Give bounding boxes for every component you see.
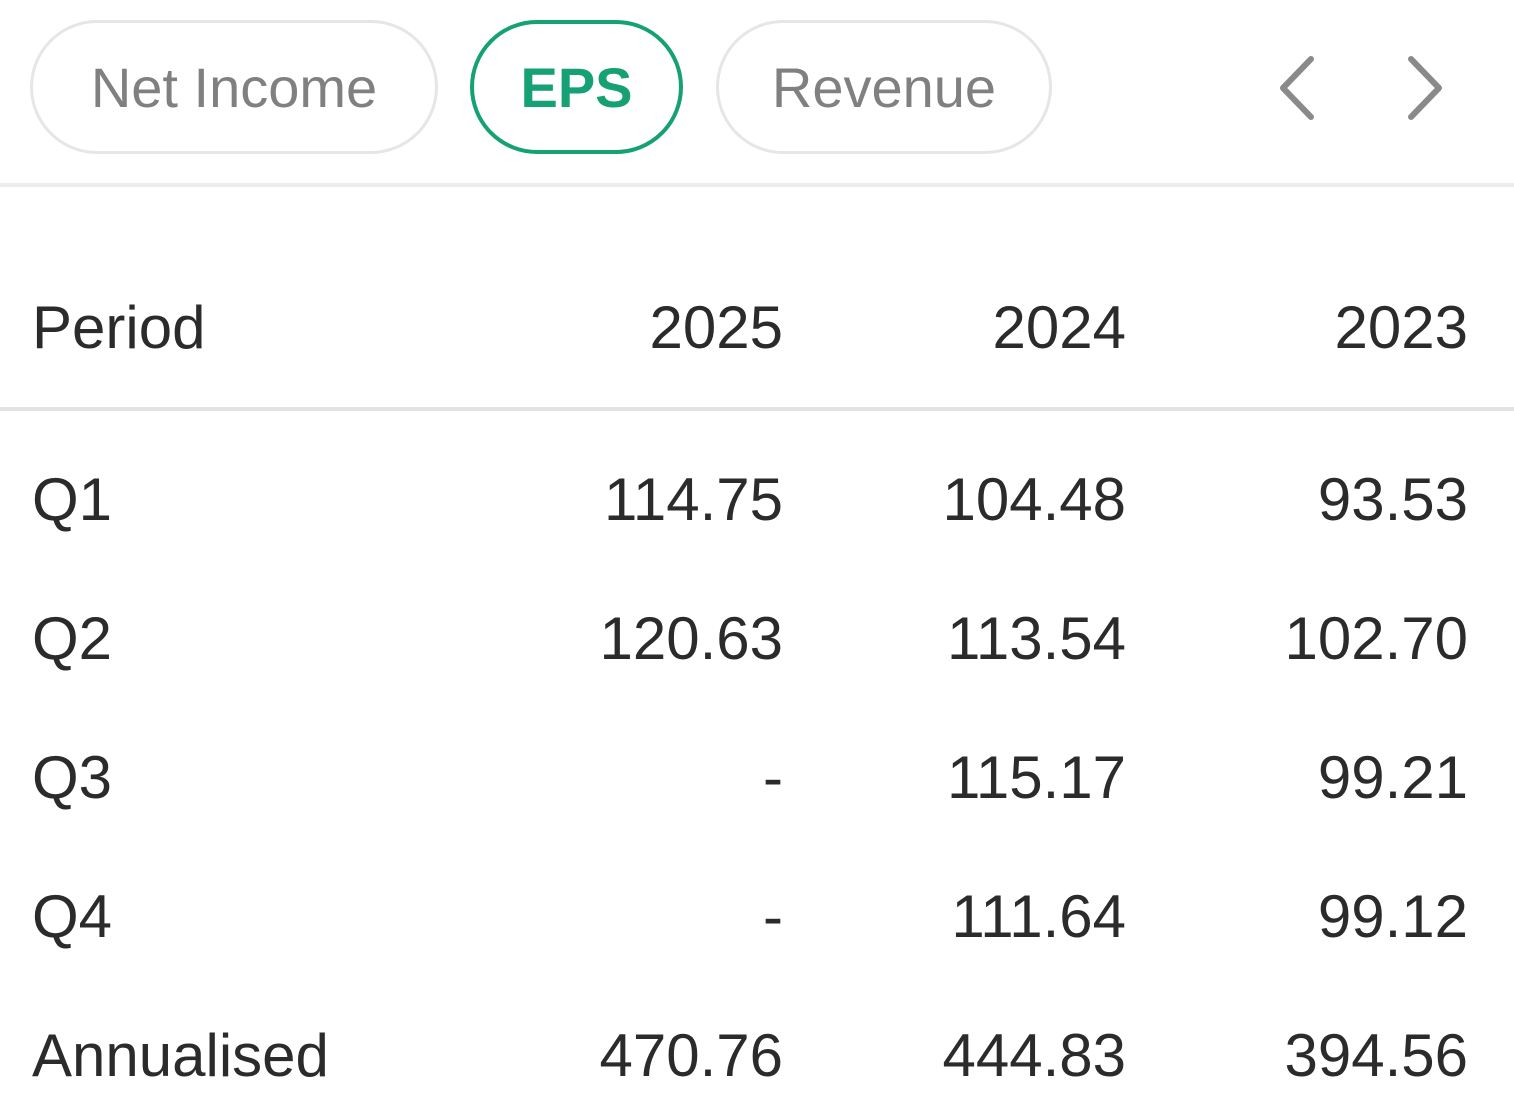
table-cell: 102.70 xyxy=(1284,605,1468,672)
metric-tabs-bar: Net Income EPS Revenue xyxy=(0,0,1514,186)
table-row: Q4 - 111.64 99.12 xyxy=(0,867,1514,967)
next-button[interactable] xyxy=(1390,52,1460,124)
previous-button[interactable] xyxy=(1262,52,1332,124)
table-cell: 104.48 xyxy=(942,466,1126,533)
period-header: Period xyxy=(32,294,206,361)
tab-revenue[interactable]: Revenue xyxy=(716,20,1052,154)
column-header: 2025 xyxy=(649,294,783,361)
table-row: Q2 120.63 113.54 102.70 xyxy=(0,589,1514,689)
table-row: Annualised 470.76 444.83 394.56 xyxy=(0,1006,1514,1106)
column-header: 2024 xyxy=(992,294,1126,361)
row-label: Q2 xyxy=(32,605,113,672)
tab-label: EPS xyxy=(520,55,633,119)
table-row: Q1 114.75 104.48 93.53 xyxy=(0,450,1514,550)
table-cell: 111.64 xyxy=(951,883,1126,950)
chevron-right-icon xyxy=(1408,56,1442,120)
table-header-row: Period 2025 2024 2023 xyxy=(0,278,1514,378)
tab-label: Revenue xyxy=(771,55,997,119)
table-cell: 99.21 xyxy=(1317,744,1468,811)
tab-net-income[interactable]: Net Income xyxy=(30,20,438,154)
row-label: Q3 xyxy=(32,744,113,811)
table-cell: 93.53 xyxy=(1317,466,1468,533)
row-label: Q4 xyxy=(32,883,113,950)
table-cell: 444.83 xyxy=(942,1022,1126,1089)
header-divider xyxy=(0,407,1514,411)
table-cell: - xyxy=(763,744,783,811)
table-cell: 120.63 xyxy=(599,605,783,672)
table-cell: 115.17 xyxy=(946,744,1126,811)
chevron-left-icon xyxy=(1280,56,1314,120)
table-cell: 470.76 xyxy=(599,1022,783,1089)
tab-label: Net Income xyxy=(90,55,378,119)
column-header: 2023 xyxy=(1334,294,1468,361)
table-cell: 394.56 xyxy=(1284,1022,1468,1089)
table-cell: - xyxy=(763,883,783,950)
tabs-divider xyxy=(0,183,1514,187)
table-cell: 99.12 xyxy=(1317,883,1468,950)
table-row: Q3 - 115.17 99.21 xyxy=(0,728,1514,828)
table-cell: 114.75 xyxy=(603,466,783,533)
table-cell: 113.54 xyxy=(946,605,1126,672)
row-label: Annualised xyxy=(32,1022,329,1089)
row-label: Q1 xyxy=(32,466,113,533)
tab-eps[interactable]: EPS xyxy=(470,20,683,154)
